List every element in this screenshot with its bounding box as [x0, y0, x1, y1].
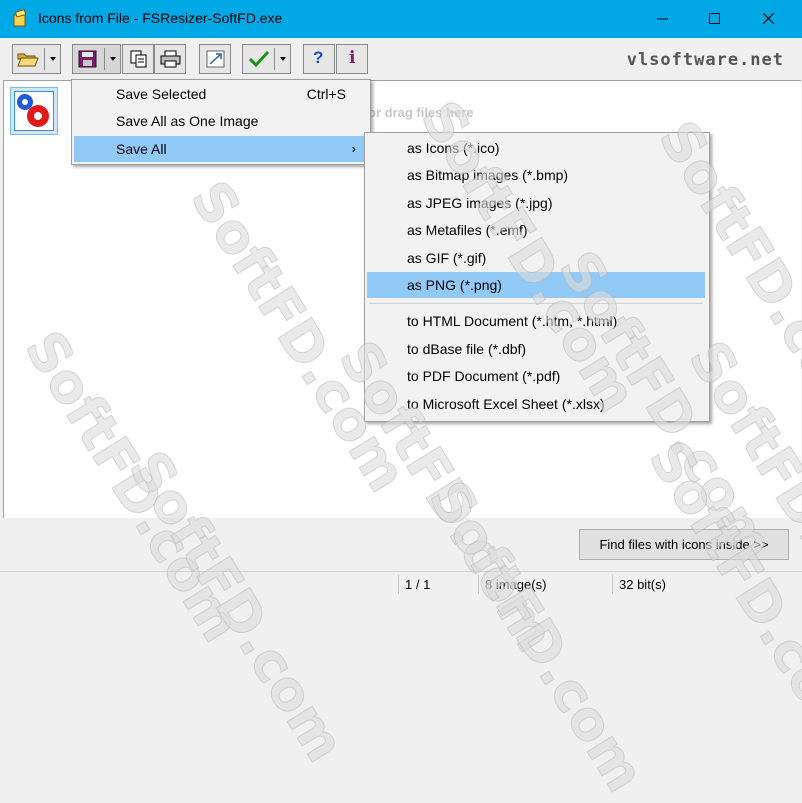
find-files-button[interactable]: Find files with icons inside >> [579, 529, 789, 560]
open-button[interactable] [12, 44, 61, 74]
submenu-item[interactable]: to HTML Document (*.htm, *.html) [367, 308, 705, 334]
toolbar: ? i vlsoftware.net [0, 38, 802, 80]
submenu-item[interactable]: as Bitmap images (*.bmp) [367, 162, 705, 188]
watermark-text: SoftFD.com [416, 470, 658, 803]
status-image-count: 8 image(s) [478, 575, 610, 594]
submenu-item[interactable]: as PNG (*.png) [367, 272, 705, 298]
check-button[interactable] [242, 44, 291, 74]
submenu-item-label: as Bitmap images (*.bmp) [407, 167, 569, 184]
chevron-down-icon[interactable] [50, 57, 56, 61]
minimize-icon [657, 18, 668, 20]
help-icon: ? [313, 48, 324, 67]
info-icon: i [349, 48, 356, 68]
drop-hint: or drag files here [368, 105, 474, 120]
icon-image [14, 91, 54, 131]
submenu-item-label: to Microsoft Excel Sheet (*.xlsx) [407, 395, 605, 412]
app-icon [12, 9, 28, 27]
gear-icon [17, 94, 49, 127]
status-page: 1 / 1 [398, 575, 477, 594]
printer-icon [160, 50, 181, 68]
menu-item-label: Save Selected [116, 86, 207, 102]
menu-item-save-selected[interactable]: Save Selected Ctrl+S [74, 81, 368, 107]
close-icon [763, 13, 775, 25]
folder-open-icon [17, 53, 39, 67]
maximize-icon [709, 13, 720, 24]
submenu-item[interactable]: to Microsoft Excel Sheet (*.xlsx) [367, 391, 705, 417]
menu-item-label: Save All [116, 141, 167, 157]
info-button[interactable]: i [336, 44, 368, 74]
window-title: Icons from File - FSResizer-SoftFD.exe [38, 10, 283, 26]
save-menu: Save Selected Ctrl+S Save All as One Ima… [71, 79, 371, 165]
print-button[interactable] [154, 44, 186, 74]
submenu-item-label: as GIF (*.gif) [407, 249, 487, 266]
title-bar: Icons from File - FSResizer-SoftFD.exe [0, 0, 802, 38]
menu-item-save-all-one-image[interactable]: Save All as One Image [74, 108, 368, 134]
submenu-item-label: as JPEG images (*.jpg) [407, 194, 553, 211]
checkmark-icon [248, 50, 270, 68]
site-label[interactable]: vlsoftware.net [627, 50, 784, 70]
submenu-item[interactable]: as JPEG images (*.jpg) [367, 190, 705, 216]
menu-item-label: Save All as One Image [116, 113, 259, 129]
maximize-button[interactable] [692, 0, 738, 38]
chevron-down-icon[interactable] [280, 57, 286, 61]
minimize-button[interactable] [640, 0, 686, 38]
menu-item-save-all[interactable]: Save All › [74, 136, 368, 162]
menu-item-shortcut: Ctrl+S [306, 86, 346, 102]
close-button[interactable] [746, 0, 792, 38]
submenu-item-label: to HTML Document (*.htm, *.html) [407, 313, 618, 330]
submenu-item[interactable]: as GIF (*.gif) [367, 245, 705, 271]
submenu-item-label: to PDF Document (*.pdf) [407, 368, 561, 385]
submenu-item-label: as PNG (*.png) [407, 277, 502, 293]
submenu-item-label: to dBase file (*.dbf) [407, 340, 527, 357]
app-window: Icons from File - FSResizer-SoftFD.exe ?… [0, 0, 802, 803]
copy-button[interactable] [122, 44, 154, 74]
submenu-item-label: as Metafiles (*.emf) [407, 222, 528, 239]
copy-icon [130, 50, 147, 68]
submenu-item[interactable]: to PDF Document (*.pdf) [367, 363, 705, 389]
menu-separator [369, 303, 703, 305]
submenu-item-label: as Icons (*.ico) [407, 140, 500, 156]
help-button[interactable]: ? [303, 44, 335, 74]
status-bar: 1 / 1 8 image(s) 32 bit(s) [0, 571, 802, 597]
save-all-submenu: as Icons (*.ico) as Bitmap images (*.bmp)… [364, 132, 710, 422]
floppy-disk-icon [78, 50, 97, 68]
resize-icon [206, 50, 225, 68]
submenu-item[interactable]: to dBase file (*.dbf) [367, 336, 705, 362]
submenu-arrow-icon: › [351, 141, 356, 156]
submenu-item[interactable]: as Icons (*.ico) [367, 135, 705, 161]
submenu-item[interactable]: as Metafiles (*.emf) [367, 217, 705, 243]
save-button[interactable] [72, 44, 121, 74]
icon-thumbnail[interactable] [10, 87, 58, 135]
chevron-down-icon[interactable] [110, 57, 116, 61]
status-bit-depth: 32 bit(s) [612, 575, 789, 594]
resize-button[interactable] [199, 44, 231, 74]
